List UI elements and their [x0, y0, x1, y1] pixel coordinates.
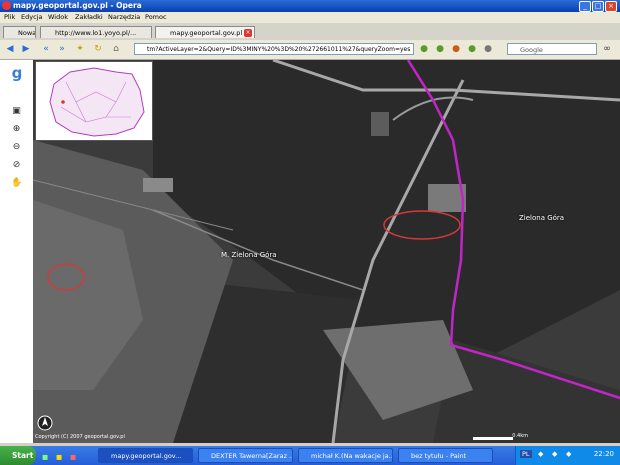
menu-item-widok[interactable]: Widok: [48, 13, 68, 21]
overview-icon[interactable]: ▣: [11, 106, 22, 117]
reload-icon[interactable]: ↻: [92, 43, 104, 55]
close-button[interactable]: ×: [605, 1, 617, 12]
geoportal-logo: g: [11, 64, 23, 82]
tab-bar: Nowa http://www.lo1.yoyo.pl/... mapy.geo…: [0, 23, 620, 41]
system-tray: PL ◆ ◆ ◆ 22:20: [515, 446, 620, 465]
quick-launch-icon[interactable]: ■: [56, 450, 62, 463]
tab-label: http://www.lo1.yoyo.pl/...: [55, 29, 137, 37]
zoom-box-icon[interactable]: ⊘: [11, 160, 22, 171]
tray-icon[interactable]: ◆: [566, 450, 571, 458]
title-bar: mapy.geoportal.gov.pl - Opera _ □ ×: [0, 0, 620, 12]
fast-forward-icon[interactable]: »: [56, 43, 68, 55]
maximize-button[interactable]: □: [592, 1, 604, 12]
tab-label: mapy.geoportal.gov.pl: [170, 29, 243, 37]
map-view[interactable]: M. Zielona Góra Zielona Góra Copyright (…: [33, 60, 620, 443]
page-action-icon[interactable]: ●: [482, 43, 494, 55]
copyright-text: Copyright (C) 2007 geoportal.gov.pl: [35, 434, 125, 440]
new-tab-button[interactable]: Nowa: [3, 26, 36, 38]
menu-item-edycja[interactable]: Edycja: [21, 13, 42, 21]
poland-outline-map: [49, 67, 145, 137]
tray-icon[interactable]: ◆: [552, 450, 557, 458]
tab-geoportal[interactable]: mapy.geoportal.gov.pl ×: [155, 26, 255, 38]
back-icon[interactable]: ◀: [4, 43, 16, 55]
taskbar-item-paint[interactable]: bez tytułu - Paint: [398, 448, 493, 463]
clock: 22:20: [593, 450, 614, 458]
menu-bar: Plik Edycja Widok Zakładki Narzędzia Pom…: [0, 12, 620, 23]
taskbar-item-dexter[interactable]: DEXTER Tawerna[Zaraz ...: [198, 448, 293, 463]
start-button[interactable]: Start: [0, 446, 36, 465]
tray-icon[interactable]: ◆: [538, 450, 543, 458]
home-icon[interactable]: ⌂: [110, 43, 122, 55]
menu-item-plik[interactable]: Plik: [4, 13, 15, 21]
page-action-icon[interactable]: ●: [434, 43, 446, 55]
pan-hand-icon[interactable]: ✋: [11, 178, 22, 189]
city-label: M. Zielona Góra: [221, 251, 277, 259]
taskbar: Start ■ ■ ■ mapy.geoportal.gov... DEXTER…: [0, 446, 620, 465]
minimize-button[interactable]: _: [579, 1, 591, 12]
tab-close-icon[interactable]: ×: [244, 29, 252, 37]
forward-icon[interactable]: ▶: [20, 43, 32, 55]
language-indicator[interactable]: PL: [520, 450, 532, 458]
page-action-icon[interactable]: ●: [450, 43, 462, 55]
opera-icon: [2, 1, 11, 10]
menu-item-narzedzia[interactable]: Narzędzia: [108, 13, 140, 21]
rewind-icon[interactable]: «: [40, 43, 52, 55]
page-action-icon[interactable]: ●: [466, 43, 478, 55]
quick-launch-icon[interactable]: ■: [42, 450, 48, 463]
zoom-in-icon[interactable]: ⊕: [11, 124, 22, 135]
page-action-icon[interactable]: ●: [418, 43, 430, 55]
map-toolbar: g ▣ ⊕ ⊖ ⊘ ✋: [0, 60, 34, 443]
scale-label: 0.4km: [512, 433, 528, 439]
search-input[interactable]: Google: [507, 43, 597, 55]
menu-item-zakladki[interactable]: Zakładki: [75, 13, 103, 21]
taskbar-item-geoportal[interactable]: mapy.geoportal.gov...: [98, 448, 193, 463]
quick-launch-icon[interactable]: ■: [70, 450, 76, 463]
binoculars-icon[interactable]: ∞: [601, 43, 613, 55]
address-input[interactable]: tm?ActiveLayer=2&Query=ID%3MINY%20%3D%20…: [134, 43, 414, 55]
tab-lo1-yoyo[interactable]: http://www.lo1.yoyo.pl/...: [40, 26, 152, 38]
start-label: Start: [12, 451, 34, 460]
menu-item-pomoc[interactable]: Pomoc: [145, 13, 167, 21]
window-title: mapy.geoportal.gov.pl - Opera: [13, 1, 142, 10]
wand-icon[interactable]: ✦: [74, 43, 86, 55]
new-tab-label: Nowa: [18, 29, 36, 37]
overview-map[interactable]: [35, 61, 153, 141]
quick-launch: ■ ■ ■: [40, 448, 94, 463]
gmina-label: Zielona Góra: [519, 214, 565, 222]
navigation-bar: ◀ ▶ « » ✦ ↻ ⌂ tm?ActiveLayer=2&Query=ID%…: [0, 40, 620, 60]
zoom-out-icon[interactable]: ⊖: [11, 142, 22, 153]
taskbar-item-michal[interactable]: michał K.(Na wakacje ja...: [298, 448, 393, 463]
